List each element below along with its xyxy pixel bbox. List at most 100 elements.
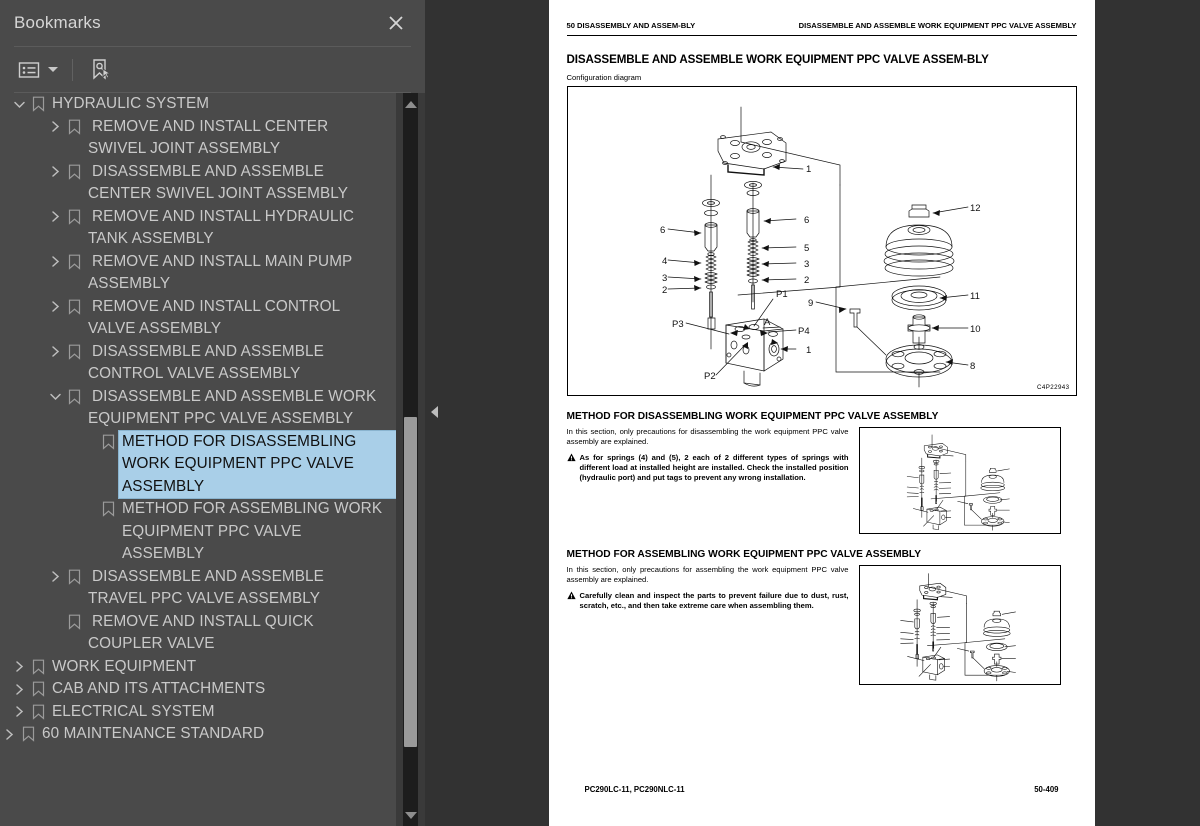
bookmark-icon: [66, 296, 82, 318]
bookmarks-scrollbar[interactable]: [396, 93, 425, 826]
scrollbar-thumb[interactable]: [404, 417, 417, 747]
chevron-right-icon[interactable]: [46, 341, 64, 363]
bookmarks-toolbar: [0, 47, 425, 118]
intro-paragraph: In this section, only precautions for di…: [566, 427, 849, 446]
warning-text: As for springs (4) and (5), 2 each of 2 …: [579, 453, 849, 482]
bookmark-item[interactable]: REMOVE AND INSTALL QUICK COUPLER VALVE: [0, 611, 396, 656]
bookmark-icon: [66, 116, 82, 138]
bookmark-label[interactable]: REMOVE AND INSTALL QUICK COUPLER VALVE: [88, 611, 396, 656]
svg-text:2: 2: [804, 275, 809, 286]
bookmark-label[interactable]: CAB AND ITS ATTACHMENTS: [52, 678, 396, 701]
bookmark-item[interactable]: REMOVE AND INSTALL HYDRAULIC TANK ASSEMB…: [0, 206, 396, 251]
svg-text:P2: P2: [704, 371, 716, 382]
bookmark-label[interactable]: ELECTRICAL SYSTEM: [52, 701, 396, 724]
svg-text:P3: P3: [672, 319, 684, 330]
scroll-up-arrow-icon[interactable]: [396, 93, 425, 115]
svg-text:2: 2: [662, 285, 667, 296]
svg-text:6: 6: [804, 215, 809, 226]
running-head-left: 50 DISASSEMBLY AND ASSEM-BLY: [566, 21, 696, 30]
bookmark-label[interactable]: REMOVE AND INSTALL MAIN PUMP ASSEMBLY: [88, 251, 396, 296]
chevron-right-icon[interactable]: [46, 296, 64, 318]
bookmark-label[interactable]: HYDRAULIC SYSTEM: [52, 93, 396, 116]
bookmark-label[interactable]: 60 MAINTENANCE STANDARD: [42, 723, 396, 746]
bookmark-item[interactable]: REMOVE AND INSTALL CONTROL VALVE ASSEMBL…: [0, 296, 396, 341]
bookmark-icon: [66, 161, 82, 183]
collapse-left-icon[interactable]: [426, 399, 442, 425]
bookmark-label[interactable]: REMOVE AND INSTALL CONTROL VALVE ASSEMBL…: [88, 296, 396, 341]
footer-model: PC290LC-11, PC290NLC-11: [584, 785, 685, 794]
bookmark-item[interactable]: 60 MAINTENANCE STANDARD: [0, 723, 396, 746]
section-thumbnail-assembling: [858, 565, 1061, 686]
section-heading-disassembling: METHOD FOR DISASSEMBLING WORK EQUIPMENT …: [566, 411, 939, 423]
svg-text:8: 8: [970, 361, 975, 372]
chevron-right-icon[interactable]: [46, 161, 64, 183]
bookmark-label[interactable]: WORK EQUIPMENT: [52, 656, 396, 679]
bookmark-item[interactable]: DISASSEMBLE AND ASSEMBLE WORK EQUIPMENT …: [0, 386, 396, 431]
bookmark-icon: [30, 93, 46, 115]
bookmarks-panel: Bookmarks HYDRAULIC SYSTEM REMOVE AND IN…: [0, 0, 425, 826]
chevron-down-icon[interactable]: [46, 386, 64, 408]
warning-triangle-icon: [566, 453, 576, 462]
chevron-right-icon[interactable]: [46, 251, 64, 273]
bookmark-item[interactable]: DISASSEMBLE AND ASSEMBLE TRAVEL PPC VALV…: [0, 566, 396, 611]
chevron-right-icon[interactable]: [46, 566, 64, 588]
figure-code: C4P22943: [1037, 384, 1070, 392]
svg-text:4: 4: [662, 256, 667, 267]
svg-text:1: 1: [806, 345, 811, 356]
section-heading-assembling: METHOD FOR ASSEMBLING WORK EQUIPMENT PPC…: [566, 549, 922, 561]
bookmark-label[interactable]: DISASSEMBLE AND ASSEMBLE CONTROL VALVE A…: [88, 341, 396, 386]
warning-text: Carefully clean and inspect the parts to…: [579, 591, 849, 611]
bookmark-label[interactable]: DISASSEMBLE AND ASSEMBLE TRAVEL PPC VALV…: [88, 566, 396, 611]
scroll-down-arrow-icon[interactable]: [396, 804, 425, 826]
document-viewport[interactable]: 50 DISASSEMBLY AND ASSEM-BLY DISASSEMBLE…: [443, 0, 1200, 826]
warning-triangle-icon: [566, 591, 576, 600]
chevron-right-icon[interactable]: [10, 656, 28, 678]
pdf-viewer-window: Bookmarks HYDRAULIC SYSTEM REMOVE AND IN…: [0, 0, 1200, 826]
bookmark-icon: [30, 678, 46, 700]
panel-splitter[interactable]: [425, 0, 443, 826]
bookmark-label[interactable]: REMOVE AND INSTALL CENTER SWIVEL JOINT A…: [88, 116, 396, 161]
exploded-view-thumbnail: [899, 573, 1016, 682]
bookmarks-tree-container: HYDRAULIC SYSTEM REMOVE AND INSTALL CENTE…: [0, 93, 425, 826]
new-bookmark-button[interactable]: [85, 55, 117, 85]
bookmark-icon: [30, 656, 46, 678]
bookmark-item[interactable]: REMOVE AND INSTALL CENTER SWIVEL JOINT A…: [0, 116, 396, 161]
bookmark-item[interactable]: METHOD FOR DISASSEMBLING WORK EQUIPMENT …: [0, 430, 396, 498]
bookmark-label[interactable]: DISASSEMBLE AND ASSEMBLE CENTER SWIVEL J…: [88, 161, 396, 206]
bookmark-item[interactable]: REMOVE AND INSTALL MAIN PUMP ASSEMBLY: [0, 251, 396, 296]
chevron-down-icon[interactable]: [10, 93, 28, 115]
chevron-right-icon[interactable]: [46, 206, 64, 228]
chevron-down-icon: [48, 67, 58, 72]
bookmark-options-button[interactable]: [14, 55, 62, 85]
bookmarks-panel-header: Bookmarks: [0, 0, 425, 46]
chevron-right-icon[interactable]: [10, 678, 28, 700]
bookmark-label[interactable]: METHOD FOR DISASSEMBLING WORK EQUIPMENT …: [119, 430, 396, 498]
svg-text:10: 10: [970, 324, 981, 335]
bookmark-label[interactable]: REMOVE AND INSTALL HYDRAULIC TANK ASSEMB…: [88, 206, 396, 251]
bookmark-item[interactable]: HYDRAULIC SYSTEM: [0, 93, 396, 116]
bookmark-label[interactable]: DISASSEMBLE AND ASSEMBLE WORK EQUIPMENT …: [88, 386, 396, 431]
toolbar-divider: [72, 58, 73, 81]
bookmark-item[interactable]: CAB AND ITS ATTACHMENTS: [0, 678, 396, 701]
svg-text:P1: P1: [776, 289, 788, 300]
bookmark-label[interactable]: METHOD FOR ASSEMBLING WORK EQUIPMENT PPC…: [122, 498, 396, 566]
close-icon[interactable]: [385, 12, 407, 34]
bookmark-item[interactable]: DISASSEMBLE AND ASSEMBLE CONTROL VALVE A…: [0, 341, 396, 386]
chevron-right-icon[interactable]: [10, 701, 28, 723]
bookmark-item[interactable]: WORK EQUIPMENT: [0, 656, 396, 679]
bookmark-icon: [66, 206, 82, 228]
chevron-right-icon[interactable]: [0, 723, 18, 745]
bookmark-icon: [100, 431, 116, 453]
header-rule: [566, 34, 1077, 37]
warning-block: Carefully clean and inspect the parts to…: [566, 591, 849, 611]
running-head-right: DISASSEMBLE AND ASSEMBLE WORK EQUIPMENT …: [798, 21, 1077, 30]
chevron-right-icon[interactable]: [46, 116, 64, 138]
bookmark-item[interactable]: ELECTRICAL SYSTEM: [0, 701, 396, 724]
running-head: 50 DISASSEMBLY AND ASSEM-BLY DISASSEMBLE…: [567, 0, 1077, 32]
bookmark-item[interactable]: DISASSEMBLE AND ASSEMBLE CENTER SWIVEL J…: [0, 161, 396, 206]
pdf-page: 50 DISASSEMBLY AND ASSEM-BLY DISASSEMBLE…: [548, 0, 1095, 826]
section-thumbnail-disassembling: [858, 427, 1061, 535]
bookmark-item[interactable]: METHOD FOR ASSEMBLING WORK EQUIPMENT PPC…: [0, 498, 396, 566]
intro-paragraph: In this section, only precautions for as…: [566, 565, 849, 584]
svg-text:6: 6: [660, 225, 665, 236]
